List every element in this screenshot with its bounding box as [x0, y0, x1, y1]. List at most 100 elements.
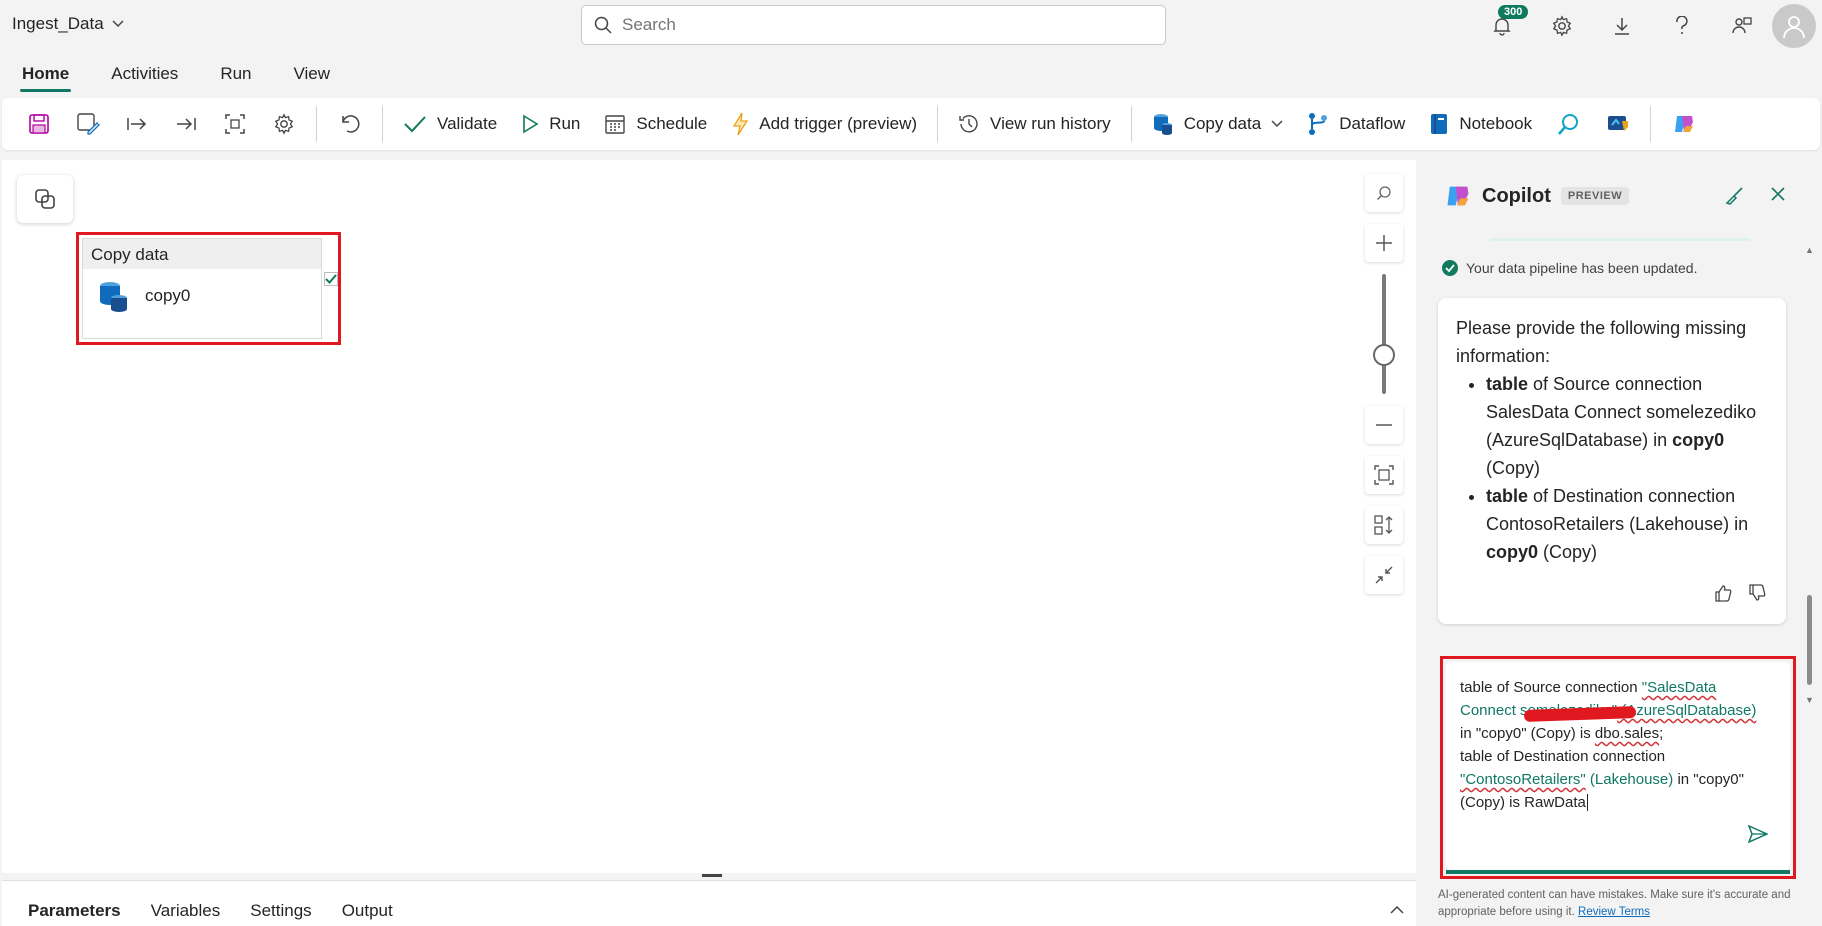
- tab-view[interactable]: View: [292, 54, 333, 94]
- copilot-response-card: Please provide the following missing inf…: [1438, 298, 1786, 624]
- download-button[interactable]: [1592, 0, 1652, 52]
- move-to-end-button[interactable]: [161, 102, 210, 146]
- zoom-out-button[interactable]: [1365, 406, 1403, 444]
- database-icon: [1153, 114, 1172, 135]
- move-right-button[interactable]: [112, 102, 161, 146]
- run-label: Run: [549, 114, 581, 133]
- copilot-title: Copilot: [1482, 184, 1551, 207]
- notebook-icon: [1431, 114, 1448, 134]
- activity-name: copy0: [145, 286, 191, 305]
- panel-resize-handle[interactable]: [702, 874, 722, 877]
- activity-success-check[interactable]: [324, 272, 338, 286]
- panel-collapse-button[interactable]: [1390, 901, 1404, 919]
- zoom-in-button[interactable]: [1365, 224, 1403, 262]
- tab-home[interactable]: Home: [20, 54, 72, 94]
- properties-panel: Parameters Variables Settings Output: [2, 874, 1416, 926]
- undo-button[interactable]: [325, 102, 374, 146]
- checkmark-icon: [325, 274, 337, 284]
- save-icon: [28, 114, 49, 134]
- tab-run[interactable]: Run: [218, 54, 253, 94]
- search-box[interactable]: [581, 5, 1166, 45]
- copilot-panel: Copilot PREVIEW Your data pipeline has b…: [1420, 160, 1822, 926]
- clear-chat-button[interactable]: [1724, 186, 1744, 211]
- zoom-slider-thumb[interactable]: [1373, 344, 1395, 366]
- copilot-scrollbar[interactable]: ▲ ▼: [1804, 245, 1816, 705]
- scroll-up-arrow[interactable]: ▲: [1805, 245, 1814, 255]
- preview-badge: PREVIEW: [1560, 187, 1630, 205]
- bell-icon: [1493, 18, 1511, 36]
- pipeline-canvas[interactable]: Copy data copy0: [2, 160, 1416, 873]
- align-icon: [1374, 515, 1393, 535]
- dataflow-button[interactable]: Dataflow: [1295, 102, 1417, 146]
- notifications-button[interactable]: 300: [1472, 0, 1532, 52]
- canvas-view-toggle[interactable]: [17, 175, 73, 223]
- plus-icon: [1376, 235, 1392, 251]
- view-run-history-button[interactable]: View run history: [946, 102, 1123, 146]
- tab-parameters[interactable]: Parameters: [28, 901, 121, 921]
- gear-icon: [274, 113, 293, 135]
- add-trigger-label: Add trigger (preview): [759, 114, 918, 133]
- app-title-menu[interactable]: Ingest_Data: [12, 14, 124, 34]
- schedule-button[interactable]: Schedule: [592, 102, 719, 146]
- copy-data-button[interactable]: Copy data: [1140, 102, 1296, 146]
- collapse-button[interactable]: [1365, 556, 1403, 594]
- fit-to-screen-button[interactable]: [1365, 456, 1403, 494]
- dataflow-icon: [1309, 113, 1328, 135]
- search-icon: [594, 16, 612, 34]
- canvas-search-button[interactable]: [1365, 174, 1403, 212]
- toolbar: Validate Run Schedule Add trigger (previ…: [2, 98, 1820, 150]
- pipeline-settings-button[interactable]: [259, 102, 308, 146]
- run-button[interactable]: Run: [509, 102, 592, 146]
- scroll-down-arrow[interactable]: ▼: [1805, 695, 1814, 705]
- save-button[interactable]: [14, 102, 63, 146]
- add-trigger-button[interactable]: Add trigger (preview): [719, 102, 929, 146]
- view-run-history-label: View run history: [990, 114, 1111, 133]
- zoom-slider-track: [1382, 274, 1386, 394]
- scroll-thumb[interactable]: [1807, 595, 1812, 685]
- dataflow-label: Dataflow: [1339, 114, 1406, 133]
- save-as-button[interactable]: [63, 102, 112, 146]
- search-activity-button[interactable]: [1544, 102, 1593, 146]
- validate-button[interactable]: Validate: [391, 102, 509, 146]
- calendar-icon: [605, 115, 626, 134]
- thumbs-down-button[interactable]: [1748, 582, 1766, 610]
- copilot-chat-input[interactable]: table of Source connection "SalesData Co…: [1446, 662, 1790, 870]
- copilot-icon: [1674, 116, 1693, 132]
- save-edit-icon: [76, 113, 100, 135]
- tab-output[interactable]: Output: [342, 901, 393, 921]
- user-avatar[interactable]: [1772, 4, 1816, 48]
- list-item: table of Source connection SalesData Con…: [1486, 370, 1768, 482]
- review-terms-link[interactable]: Review Terms: [1578, 906, 1650, 918]
- send-button[interactable]: [1747, 824, 1769, 850]
- function-icon: [1607, 116, 1628, 131]
- toolbar-divider: [316, 106, 317, 142]
- status-text: Your data pipeline has been updated.: [1466, 260, 1698, 276]
- gear-icon: [1552, 15, 1572, 37]
- tab-settings[interactable]: Settings: [250, 901, 311, 921]
- tab-activities[interactable]: Activities: [109, 54, 180, 94]
- activity-type-label: Copy data: [83, 239, 321, 269]
- chevron-down-icon: [112, 20, 124, 28]
- auto-layout-button[interactable]: [210, 102, 259, 146]
- zoom-slider[interactable]: [1365, 274, 1403, 394]
- chevron-down-icon: [1271, 120, 1283, 128]
- copilot-button[interactable]: [1659, 102, 1708, 146]
- tab-variables[interactable]: Variables: [151, 901, 221, 921]
- input-focus-underline: [1446, 870, 1790, 874]
- schedule-label: Schedule: [636, 114, 708, 133]
- copilot-disclaimer: AI-generated content can have mistakes. …: [1438, 889, 1791, 918]
- help-button[interactable]: [1652, 0, 1712, 52]
- play-icon: [523, 114, 539, 134]
- search-input[interactable]: [622, 15, 1122, 35]
- close-copilot-button[interactable]: [1770, 186, 1786, 211]
- share-button[interactable]: [1712, 0, 1772, 52]
- arrow-right-from-line-icon: [126, 118, 146, 130]
- functions-button[interactable]: [1593, 102, 1642, 146]
- copilot-header: Copilot PREVIEW: [1444, 182, 1630, 210]
- auto-align-button[interactable]: [1365, 506, 1403, 544]
- thumbs-up-button[interactable]: [1714, 582, 1732, 610]
- settings-button[interactable]: [1532, 0, 1592, 52]
- people-share-icon: [1732, 17, 1752, 34]
- copy-data-activity[interactable]: Copy data copy0: [82, 238, 322, 339]
- notebook-button[interactable]: Notebook: [1417, 102, 1544, 146]
